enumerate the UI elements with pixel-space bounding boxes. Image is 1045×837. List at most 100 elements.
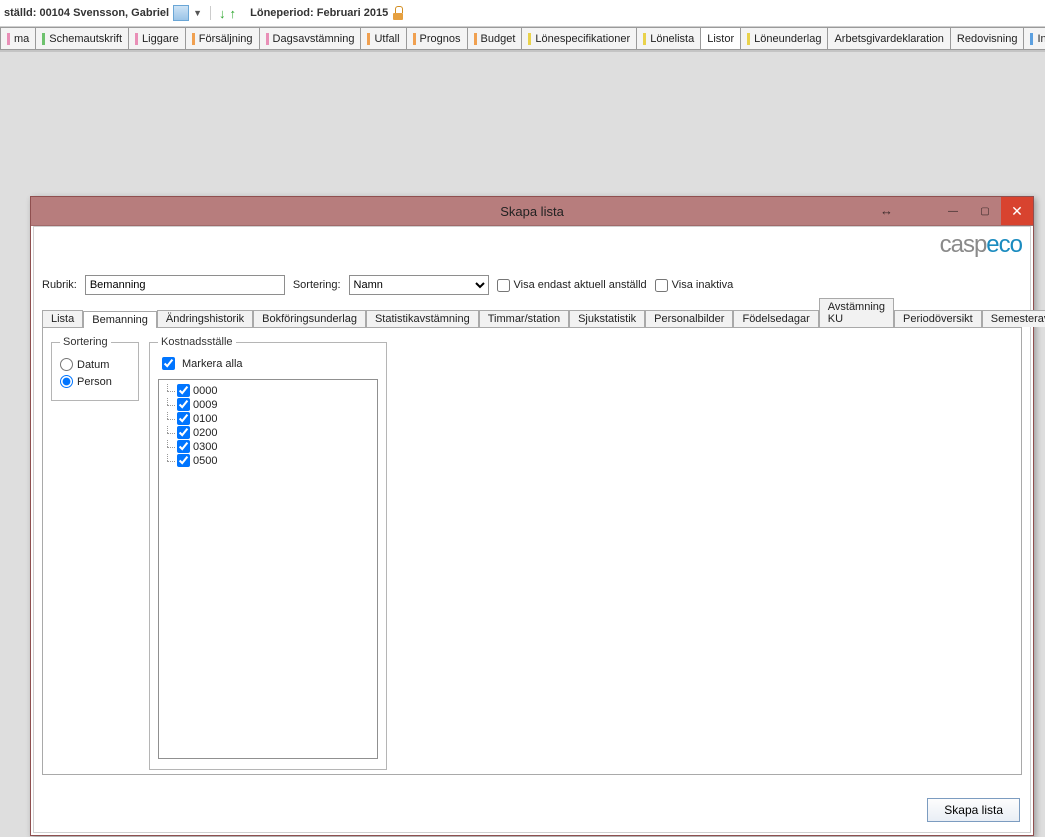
tab-label: Budget xyxy=(481,33,516,45)
period-label: Löneperiod: Februari 2015 xyxy=(250,7,388,19)
inner-tab[interactable]: Bokföringsunderlag xyxy=(253,310,366,327)
close-button[interactable]: ✕ xyxy=(1001,197,1033,225)
arrow-down-icon[interactable]: ↓ xyxy=(219,6,226,21)
tree-node[interactable]: 0200 xyxy=(177,426,371,439)
tab-label: Arbetsgivardeklaration xyxy=(834,33,943,45)
dropdown-caret-icon[interactable]: ▼ xyxy=(193,8,202,18)
tree-node-checkbox[interactable] xyxy=(177,398,190,411)
tree-node-checkbox[interactable] xyxy=(177,426,190,439)
brand-logo: caspeco xyxy=(940,231,1022,259)
main-tab[interactable]: Schemautskrift xyxy=(35,27,129,49)
tab-label: Prognos xyxy=(420,33,461,45)
inner-tab[interactable]: Ändringshistorik xyxy=(157,310,253,327)
tab-color-bar xyxy=(1030,33,1033,45)
main-tab[interactable]: Dagsavstämning xyxy=(259,27,362,49)
tab-color-bar xyxy=(643,33,646,45)
window-controls: — ▢ ✕ xyxy=(937,197,1033,225)
tab-label: Löneunderlag xyxy=(754,33,821,45)
inner-tab[interactable]: Statistikavstämning xyxy=(366,310,479,327)
tree-node[interactable]: 0500 xyxy=(177,454,371,467)
minimize-button[interactable]: — xyxy=(937,197,969,225)
show-inactive-input[interactable] xyxy=(655,279,668,292)
main-tab[interactable]: Lönespecifikationer xyxy=(521,27,637,49)
main-tab[interactable]: ma xyxy=(0,27,36,49)
tab-label: Lönespecifikationer xyxy=(535,33,630,45)
tree-node[interactable]: 0100 xyxy=(177,412,371,425)
costcenter-group: Kostnadsställe Markera alla 000000090100… xyxy=(149,336,387,770)
main-tab[interactable]: Intyg & blanketter xyxy=(1023,27,1045,49)
mark-all-row[interactable]: Markera alla xyxy=(158,354,378,373)
main-tab[interactable]: Utfall xyxy=(360,27,406,49)
show-current-label: Visa endast aktuell anställd xyxy=(514,279,647,291)
create-list-button[interactable]: Skapa lista xyxy=(927,798,1020,822)
show-current-checkbox[interactable]: Visa endast aktuell anställd xyxy=(497,279,647,292)
main-tab[interactable]: Lönelista xyxy=(636,27,701,49)
tree-node[interactable]: 0000 xyxy=(177,384,371,397)
show-inactive-label: Visa inaktiva xyxy=(672,279,734,291)
tab-color-bar xyxy=(42,33,45,45)
sortering-select[interactable]: Namn xyxy=(349,275,489,295)
arrow-up-icon[interactable]: ↑ xyxy=(230,6,237,21)
main-tab[interactable]: Liggare xyxy=(128,27,186,49)
tab-color-bar xyxy=(367,33,370,45)
inner-tab[interactable]: Födelsedagar xyxy=(733,310,818,327)
tree-node-label: 0300 xyxy=(193,441,217,453)
inner-tab[interactable]: Personalbilder xyxy=(645,310,733,327)
sort-option-datum[interactable]: Datum xyxy=(60,358,130,371)
main-tab[interactable]: Försäljning xyxy=(185,27,260,49)
maximize-button[interactable]: ▢ xyxy=(969,197,1001,225)
inner-tab[interactable]: Sjukstatistik xyxy=(569,310,645,327)
tree-node-checkbox[interactable] xyxy=(177,440,190,453)
tab-panel: Sortering Datum Person Kostnadsställe Ma… xyxy=(42,328,1022,775)
inner-tab[interactable]: Bemanning xyxy=(83,311,157,328)
main-tab[interactable]: Prognos xyxy=(406,27,468,49)
tab-label: Försäljning xyxy=(199,33,253,45)
main-tab[interactable]: Löneunderlag xyxy=(740,27,828,49)
calendar-icon[interactable] xyxy=(173,5,189,21)
inner-tab[interactable]: Semesteravstämning xyxy=(982,310,1045,327)
show-inactive-checkbox[interactable]: Visa inaktiva xyxy=(655,279,734,292)
tab-label: Listor xyxy=(707,33,734,45)
employee-label: ställd: 00104 Svensson, Gabriel xyxy=(4,7,169,19)
tab-color-bar xyxy=(192,33,195,45)
resize-handle-icon[interactable]: ↔ xyxy=(880,203,893,218)
logo-text-gray: casp xyxy=(940,231,987,258)
costcenter-tree[interactable]: 0000 000901000200 03000500 xyxy=(158,379,378,759)
tree-node[interactable]: 0300 xyxy=(177,440,371,453)
inner-tab[interactable]: Avstämning KU xyxy=(819,298,894,327)
inner-tab[interactable]: Periodöversikt xyxy=(894,310,982,327)
tree-node-checkbox[interactable] xyxy=(177,384,190,397)
radio-datum[interactable] xyxy=(60,358,73,371)
inner-tab[interactable]: Lista xyxy=(42,310,83,327)
filter-row: Rubrik: Sortering: Namn Visa endast aktu… xyxy=(42,275,1022,295)
dialog-body: caspeco Rubrik: Sortering: Namn Visa end… xyxy=(33,226,1031,833)
tree-node-checkbox[interactable] xyxy=(177,412,190,425)
create-list-dialog: Skapa lista ↔ — ▢ ✕ caspeco Rubrik: Sort… xyxy=(30,196,1034,836)
main-tab[interactable]: Arbetsgivardeklaration xyxy=(827,27,950,49)
tab-color-bar xyxy=(7,33,10,45)
lock-icon[interactable] xyxy=(392,6,404,20)
radio-person-label: Person xyxy=(77,376,112,388)
tree-node-label: 0009 xyxy=(193,399,217,411)
inner-tab[interactable]: Timmar/station xyxy=(479,310,569,327)
inner-tab-strip: ListaBemanningÄndringshistorikBokförings… xyxy=(42,307,1022,328)
logo-text-blue: eco xyxy=(986,231,1022,258)
mark-all-checkbox[interactable] xyxy=(162,357,175,370)
tab-label: Dagsavstämning xyxy=(273,33,355,45)
dialog-titlebar[interactable]: Skapa lista ↔ — ▢ ✕ xyxy=(31,197,1033,226)
rubrik-input[interactable] xyxy=(85,275,285,295)
radio-person[interactable] xyxy=(60,375,73,388)
main-tab[interactable]: Budget xyxy=(467,27,523,49)
tab-label: ma xyxy=(14,33,29,45)
tree-node-checkbox[interactable] xyxy=(177,454,190,467)
sort-group: Sortering Datum Person xyxy=(51,336,139,401)
tab-color-bar xyxy=(413,33,416,45)
rubrik-label: Rubrik: xyxy=(42,279,77,291)
tab-label: Intyg & blanketter xyxy=(1037,33,1045,45)
show-current-input[interactable] xyxy=(497,279,510,292)
tree-node[interactable]: 0009 xyxy=(177,398,371,411)
radio-datum-label: Datum xyxy=(77,359,109,371)
main-tab[interactable]: Listor xyxy=(700,27,741,49)
sort-option-person[interactable]: Person xyxy=(60,375,130,388)
main-tab[interactable]: Redovisning xyxy=(950,27,1025,49)
